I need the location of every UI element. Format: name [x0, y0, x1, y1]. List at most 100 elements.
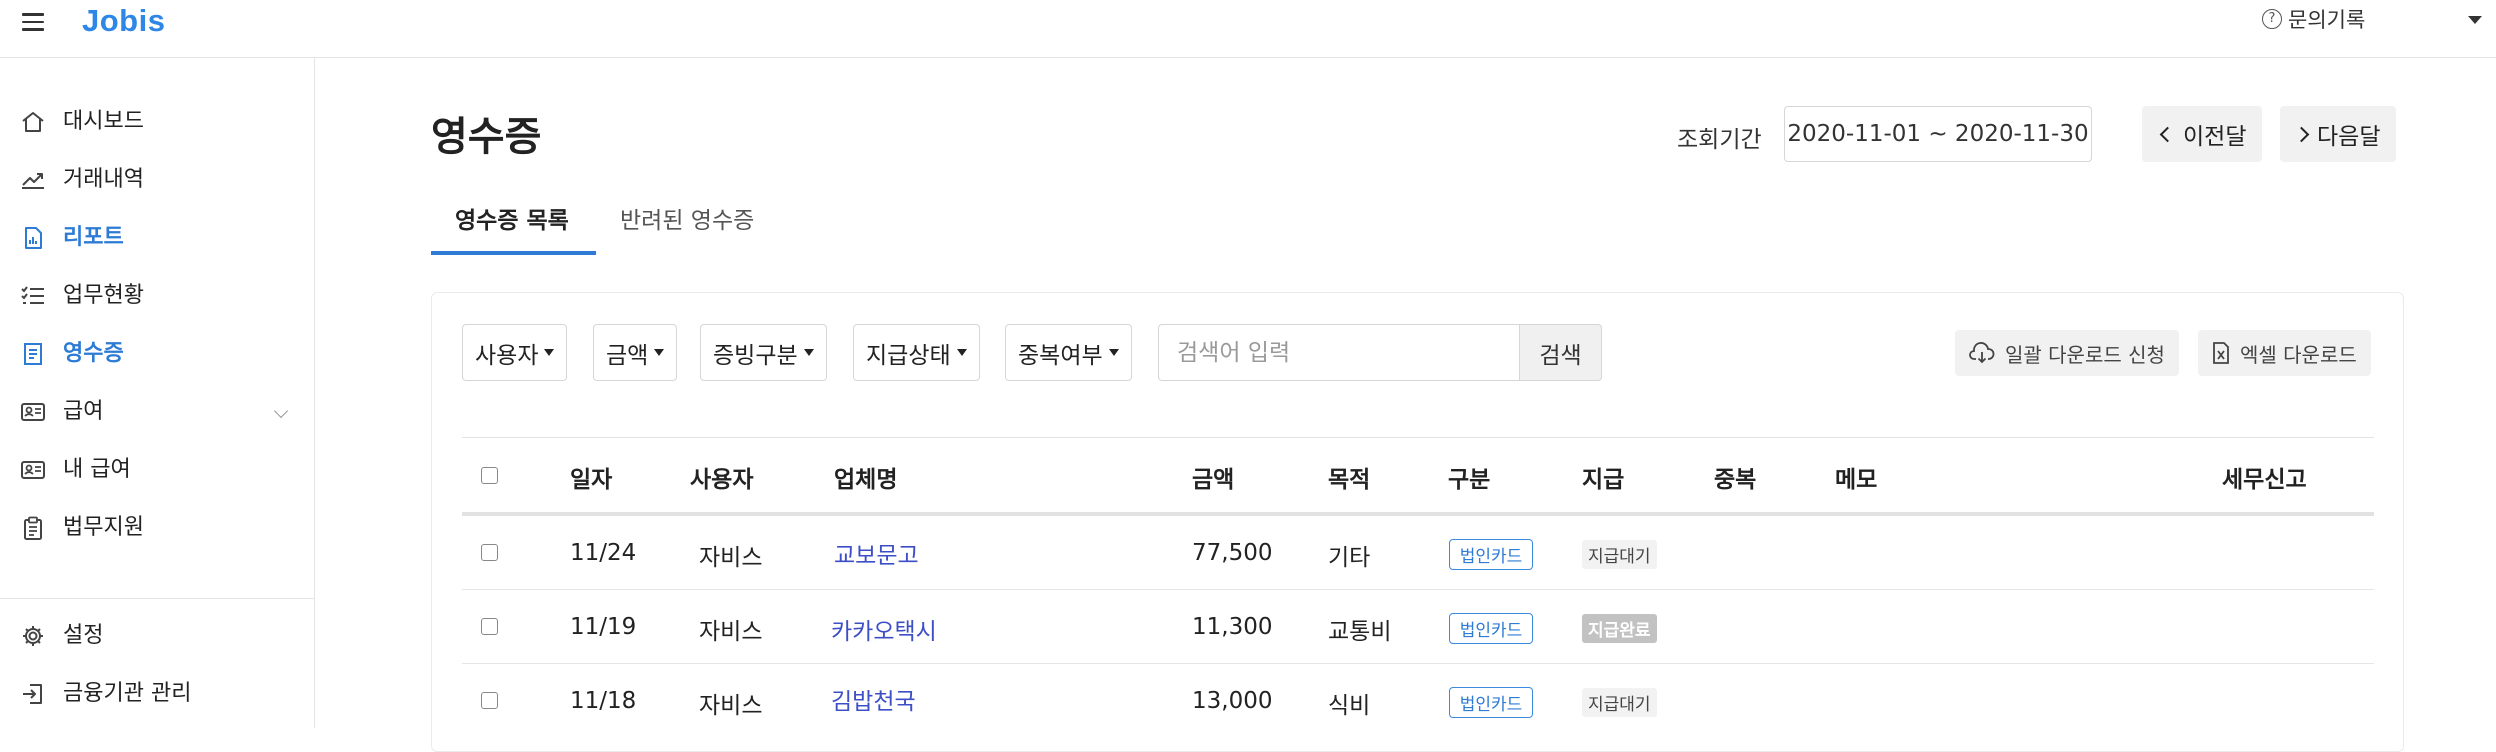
- col-header-vendor[interactable]: 업체명: [834, 460, 897, 494]
- sidebar-item-label: 업무현황: [63, 283, 144, 308]
- help-label: 문의기록: [2288, 8, 2366, 32]
- col-header-type[interactable]: 구분: [1448, 460, 1490, 494]
- filter-user[interactable]: 사용자: [462, 324, 568, 381]
- next-month-button[interactable]: 다음달: [2280, 106, 2397, 162]
- chevron-left-icon: [2159, 126, 2176, 142]
- menu-icon[interactable]: [22, 10, 44, 32]
- gear-icon: [23, 626, 43, 646]
- sidebar-item-salary[interactable]: 급여: [0, 387, 314, 437]
- table-header-top-border: [462, 437, 2374, 438]
- caret-down-icon: [544, 349, 555, 356]
- sidebar-item-settings[interactable]: 설정: [0, 611, 314, 661]
- sidebar-item-work-status[interactable]: 업무현황: [0, 271, 314, 321]
- caret-down-icon[interactable]: [2468, 16, 2482, 24]
- cell-purpose: 식비: [1328, 693, 1371, 719]
- cell-date: 11/18: [570, 688, 637, 714]
- tab-rejected-receipts[interactable]: 반려된 영수증: [620, 206, 754, 236]
- type-badge: 법인카드: [1449, 539, 1533, 570]
- prev-month-label: 이전달: [2183, 124, 2247, 150]
- filter-amount[interactable]: 금액: [593, 324, 678, 381]
- prev-month-button[interactable]: 이전달: [2142, 106, 2263, 162]
- filter-evidence-type[interactable]: 증빙구분: [700, 324, 827, 381]
- select-all-checkbox[interactable]: [481, 467, 498, 484]
- cell-user: 자비스: [699, 693, 763, 719]
- excel-download-button[interactable]: 엑셀 다운로드: [2198, 330, 2371, 376]
- sidebar: 대시보드 거래내역 리포트 업무현황 영수증 급여 내 급여 법무지원 설정 금…: [0, 58, 315, 728]
- col-header-payment[interactable]: 지급: [1582, 460, 1624, 494]
- cell-date: 11/24: [570, 540, 637, 566]
- period-picker[interactable]: 2020-11-01 ~ 2020-11-30: [1784, 106, 2092, 162]
- cell-vendor-link[interactable]: 김밥천국: [831, 682, 916, 716]
- payment-status-badge: 지급대기: [1582, 540, 1657, 569]
- cell-amount: 77,500: [1192, 540, 1273, 566]
- trend-icon: [22, 173, 44, 189]
- chevron-right-icon: [2293, 126, 2310, 142]
- sidebar-item-label: 대시보드: [63, 109, 144, 134]
- next-month-label: 다음달: [2317, 124, 2381, 150]
- sidebar-item-label: 급여: [63, 399, 104, 424]
- cell-user: 자비스: [699, 619, 763, 645]
- chevron-down-icon[interactable]: [273, 403, 289, 419]
- sidebar-item-label: 법무지원: [63, 515, 144, 540]
- period-label: 조회기간: [1677, 127, 1762, 153]
- top-bar: Jobis ? 문의기록: [0, 0, 2496, 58]
- sidebar-item-label: 영수증: [63, 341, 124, 366]
- filter-label: 중복여부: [1018, 342, 1103, 369]
- row-checkbox[interactable]: [481, 692, 498, 709]
- caret-down-icon: [956, 349, 967, 356]
- sidebar-item-label: 리포트: [63, 225, 124, 250]
- sidebar-item-receipt[interactable]: 영수증: [0, 329, 314, 379]
- caret-down-icon: [803, 349, 814, 356]
- filter-label: 증빙구분: [713, 342, 798, 369]
- sidebar-item-dashboard[interactable]: 대시보드: [0, 97, 314, 147]
- sidebar-item-label: 금융기관 관리: [63, 681, 192, 706]
- tab-receipt-list[interactable]: 영수증 목록: [455, 206, 569, 236]
- row-divider: [462, 589, 2374, 590]
- clipboard-icon: [24, 516, 42, 540]
- cell-purpose: 기타: [1328, 545, 1371, 571]
- col-header-memo[interactable]: 메모: [1835, 460, 1877, 494]
- home-icon: [22, 112, 44, 132]
- help-link[interactable]: ? 문의기록: [2262, 4, 2365, 34]
- cell-purpose: 교통비: [1328, 619, 1392, 645]
- sidebar-item-report[interactable]: 리포트: [0, 213, 314, 263]
- id-card-icon: [21, 461, 45, 479]
- sidebar-item-legal[interactable]: 법무지원: [0, 503, 314, 553]
- col-header-duplicate[interactable]: 중복: [1714, 460, 1756, 494]
- checklist-icon: [21, 286, 44, 304]
- period-value: 2020-11-01 ~ 2020-11-30: [1787, 121, 2089, 147]
- id-card-icon: [21, 403, 45, 421]
- active-tab-indicator: [431, 251, 596, 255]
- excel-file-icon: [2213, 342, 2229, 364]
- payment-status-badge: 지급완료: [1582, 614, 1657, 643]
- caret-down-icon: [654, 349, 665, 356]
- filter-payment-status[interactable]: 지급상태: [853, 324, 980, 381]
- cell-vendor-link[interactable]: 교보문고: [834, 536, 919, 570]
- filter-label: 금액: [606, 342, 649, 369]
- sidebar-item-transactions[interactable]: 거래내역: [0, 155, 314, 205]
- app-logo[interactable]: Jobis: [82, 0, 165, 42]
- bulk-download-button[interactable]: 일괄 다운로드 신청: [1955, 330, 2179, 376]
- page-title: 영수증: [431, 114, 542, 160]
- cell-date: 11/19: [570, 614, 637, 640]
- col-header-purpose[interactable]: 목적: [1328, 460, 1370, 494]
- sidebar-item-my-salary[interactable]: 내 급여: [0, 445, 314, 495]
- col-header-tax-report[interactable]: 세무신고: [2222, 460, 2307, 494]
- row-checkbox[interactable]: [481, 618, 498, 635]
- payment-status-badge: 지급대기: [1582, 688, 1657, 717]
- search-input[interactable]: [1158, 324, 1520, 381]
- cell-vendor-link[interactable]: 카카오택시: [831, 612, 937, 646]
- cloud-download-icon: [1969, 342, 1995, 364]
- excel-download-label: 엑셀 다운로드: [2240, 342, 2357, 367]
- bulk-download-label: 일괄 다운로드 신청: [2005, 342, 2165, 367]
- row-checkbox[interactable]: [481, 544, 498, 561]
- search-button[interactable]: 검색: [1519, 324, 1602, 381]
- type-badge: 법인카드: [1449, 613, 1533, 644]
- col-header-date[interactable]: 일자: [570, 460, 612, 494]
- row-divider: [462, 663, 2374, 664]
- type-badge: 법인카드: [1449, 687, 1533, 718]
- sidebar-item-bank-manage[interactable]: 금융기관 관리: [0, 669, 314, 719]
- filter-duplicate[interactable]: 중복여부: [1005, 324, 1132, 381]
- col-header-user[interactable]: 사용자: [690, 460, 753, 494]
- col-header-amount[interactable]: 금액: [1192, 460, 1234, 494]
